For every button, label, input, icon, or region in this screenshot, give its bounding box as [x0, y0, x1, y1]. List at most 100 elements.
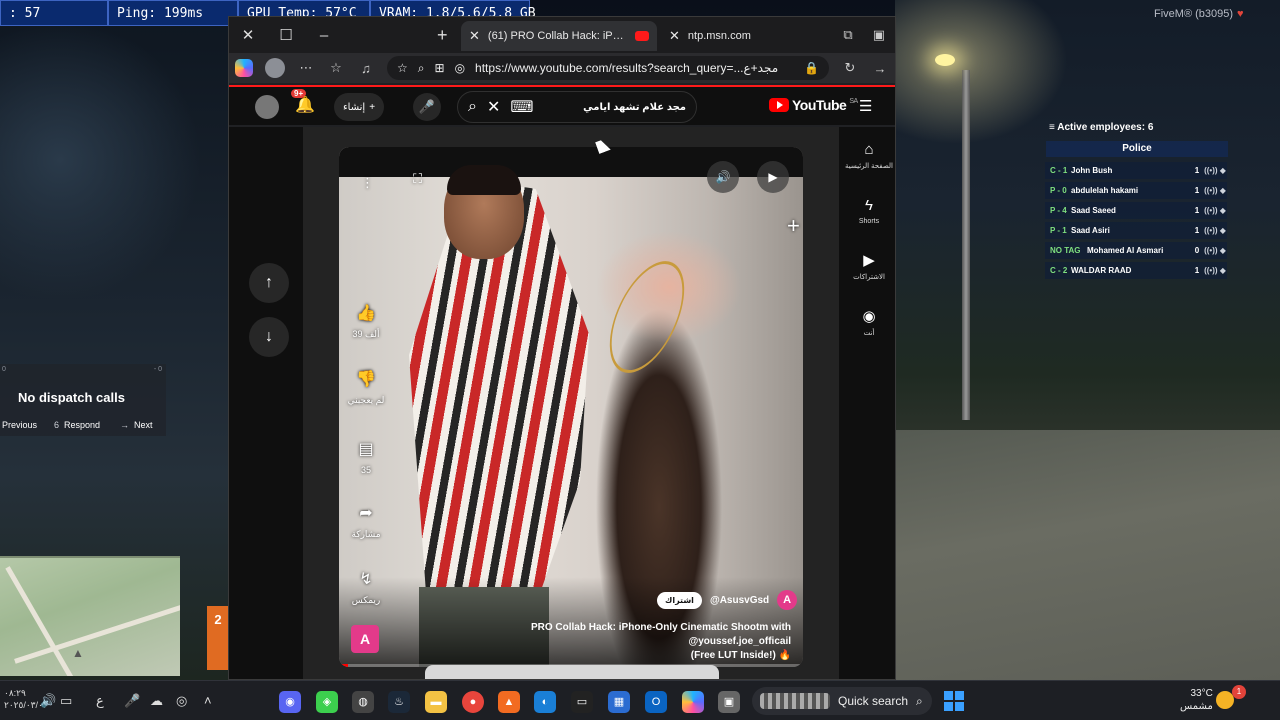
side-nav-item[interactable]: ◉ أنت	[841, 307, 895, 337]
copilot-icon[interactable]	[235, 59, 253, 77]
side-nav-item[interactable]: ▶ الاشتراكات	[841, 251, 895, 281]
like-action[interactable]: 👍 39 ألف	[345, 303, 387, 340]
next-short-button[interactable]: ↓	[249, 317, 289, 357]
share-action[interactable]: ➦ مشاركة	[345, 503, 387, 540]
zoom-icon[interactable]: ⌕	[418, 61, 425, 76]
create-label: إنشاء	[342, 101, 366, 113]
apps-icon[interactable]: ⊞	[435, 61, 445, 75]
game-launcher-icon[interactable]: ◈	[316, 691, 338, 713]
keyboard-icon[interactable]: ⌨	[510, 97, 533, 117]
chrome-icon[interactable]: ●	[462, 691, 484, 713]
dispatch-previous-button[interactable]: Previous	[2, 420, 54, 430]
video-title-line1: PRO Collab Hack: iPhone-Only Cinematic S…	[530, 622, 791, 647]
channel-avatar[interactable]: A	[777, 590, 798, 610]
more-icon[interactable]: ⋯	[297, 60, 315, 76]
copilot-taskbar-icon[interactable]	[682, 691, 704, 713]
forward-icon[interactable]: →	[871, 61, 889, 76]
employee-status: 1	[1194, 206, 1200, 215]
outlook-icon[interactable]: O	[645, 691, 667, 713]
street-lamp-post	[962, 70, 970, 420]
sidebar-toggle-icon[interactable]: ▣	[873, 27, 885, 43]
employee-callsign: NO TAG	[1050, 246, 1081, 255]
onedrive-icon[interactable]: ☁	[150, 693, 163, 709]
new-tab-button[interactable]: +	[437, 25, 448, 46]
favorites-icon[interactable]: ☆	[327, 60, 345, 76]
remix-icon[interactable]: ↯	[345, 569, 387, 589]
video-title[interactable]: PRO Collab Hack: iPhone-Only Cinematic S…	[435, 621, 791, 663]
edge-icon[interactable]: ◐	[534, 691, 556, 713]
fullscreen-icon[interactable]: ⛶	[413, 171, 422, 187]
minimize-icon[interactable]: –	[305, 27, 343, 44]
create-button[interactable]: إنشاء +	[334, 93, 384, 121]
close-tab-icon[interactable]: ✕	[469, 28, 480, 44]
youtube-play-icon	[769, 98, 789, 112]
like-icon[interactable]: 👍	[345, 303, 387, 323]
employee-name: Saad Saeed	[1071, 206, 1116, 215]
side-nav-item[interactable]: ⌂ الصفحة الرئيسية	[841, 141, 895, 170]
quick-search-box[interactable]: Quick search ⌕	[752, 687, 932, 715]
discord-icon[interactable]: ◉	[279, 691, 301, 713]
tab-msn[interactable]: ✕ ntp.msn.com	[661, 21, 801, 51]
close-window-icon[interactable]: ✕	[229, 26, 267, 44]
favorite-star-icon[interactable]: ☆	[397, 61, 408, 75]
employee-callsign: P - 0	[1050, 186, 1067, 195]
previous-short-button[interactable]: ↑	[249, 263, 289, 303]
comment-icon[interactable]: ▤	[345, 439, 387, 459]
play-icon[interactable]: ▶	[757, 161, 789, 193]
close-tab-icon[interactable]: ✕	[669, 28, 680, 44]
employee-row: C - 2 WALDAR RAAD 1 ((•)) ◆	[1045, 262, 1227, 279]
account-avatar[interactable]	[255, 95, 279, 119]
scroll-handle[interactable]	[425, 665, 719, 679]
youtube-search-box[interactable]: ⌕ ✕ ⌨ مجد علام تشهد ايامي	[457, 91, 697, 123]
tray-expand-icon[interactable]: ˄	[204, 693, 212, 708]
app-tray-icon[interactable]: ◎	[176, 693, 187, 709]
channel-name[interactable]: @AsusvGsd	[710, 595, 769, 606]
player-arrow-icon: ▲	[72, 646, 84, 660]
mic-icon[interactable]: 🎤	[413, 93, 441, 121]
remix-action[interactable]: ↯ ريمكس	[345, 569, 387, 606]
youtube-logo[interactable]: YouTube SA	[769, 97, 858, 113]
more-options-icon[interactable]: ⋮	[361, 175, 374, 191]
volume-tray-icon[interactable]: 🔊	[40, 693, 56, 709]
file-explorer-icon[interactable]: ▬	[425, 691, 447, 713]
url-field[interactable]: ☆ ⌕ ⊞ ◎ https://www.youtube.com/results?…	[387, 56, 829, 80]
network-tray-icon[interactable]: ▭	[60, 693, 72, 709]
profile-icon[interactable]	[265, 58, 285, 78]
tab-actions-icon[interactable]: ⧉	[843, 27, 852, 43]
dispatch-respond-button[interactable]: Respond	[64, 420, 120, 430]
volume-icon[interactable]: 🔊	[707, 161, 739, 193]
terminal-icon[interactable]: ▭	[571, 691, 593, 713]
extensions-icon[interactable]: ♫	[357, 61, 375, 76]
subscribe-button[interactable]: اشتراك	[657, 591, 702, 609]
refresh-icon[interactable]: ↻	[841, 60, 859, 76]
task-view-icon[interactable]: ▣	[718, 691, 740, 713]
dislike-icon[interactable]: 👎	[345, 369, 387, 389]
dispatch-next-button[interactable]: Next	[134, 420, 153, 430]
clear-search-icon[interactable]: ✕	[487, 97, 500, 117]
dispatch-panel: 0 - 0 No dispatch calls Previous 6 Respo…	[0, 364, 166, 436]
maximize-icon[interactable]: ☐	[267, 26, 305, 44]
app-icon[interactable]: ▲	[498, 691, 520, 713]
store-icon[interactable]: ▦	[608, 691, 630, 713]
tracking-icon[interactable]: ◎	[455, 61, 465, 75]
dislike-action[interactable]: 👎 لم يعجبني	[345, 369, 387, 406]
windows-start-icon[interactable]	[944, 691, 964, 711]
tab-youtube-active[interactable]: ✕ (61) PRO Collab Hack: iPhone-Onl	[461, 21, 657, 51]
search-query[interactable]: مجد علام تشهد ايامي	[543, 102, 686, 113]
creator-avatar[interactable]: A	[351, 625, 379, 653]
bell-icon[interactable]: 🔔	[295, 95, 315, 115]
system-tool-icon[interactable]: ◍	[352, 691, 374, 713]
side-nav-item[interactable]: ϟ Shorts	[841, 197, 895, 225]
language-indicator[interactable]: ع	[96, 693, 104, 709]
search-icon[interactable]: ⌕	[468, 98, 477, 116]
hamburger-menu-icon[interactable]: ☰	[859, 97, 872, 115]
youtube-header: 9+ 🔔 إنشاء + 🎤 ⌕ ✕ ⌨ مجد علام تشهد ايامي…	[229, 85, 895, 125]
microphone-tray-icon[interactable]: 🎤	[124, 693, 140, 709]
weather-widget[interactable]: 33°C مشمس	[1180, 687, 1213, 713]
add-icon[interactable]: +	[787, 213, 800, 239]
plus-icon: +	[369, 101, 376, 113]
steam-icon[interactable]: ♨	[388, 691, 410, 713]
share-icon[interactable]: ➦	[345, 503, 387, 523]
shorts-player[interactable]: ⋮ ⛶ 🔊 ▶ + 👍 39 ألف 👎 لم يعجبني ▤ 35 ➦ مش…	[339, 147, 803, 667]
comments-action[interactable]: ▤ 35	[345, 439, 387, 475]
